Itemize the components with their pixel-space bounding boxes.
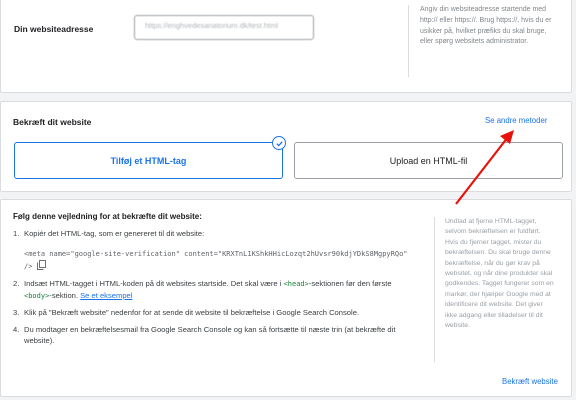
other-methods-link[interactable]: Se andre metoder	[485, 116, 547, 125]
step-4: 4. Du modtager en bekræftelsesmail fra G…	[13, 324, 408, 346]
website-address-help: Angiv din websiteadresse startende med h…	[408, 5, 558, 77]
add-html-tag-option[interactable]: Tilføj et HTML-tag	[14, 142, 283, 179]
step-1-text: Kopiér det HTML-tag, som er genereret ti…	[24, 229, 205, 238]
verify-website-button[interactable]: Bekræft website	[502, 377, 558, 386]
meta-tag-block: <meta name="google-site-verification" co…	[13, 249, 408, 273]
website-address-card: Din websiteadresse https://enghvedesanat…	[0, 0, 572, 93]
step-number: 4.	[13, 325, 20, 334]
step-number: 2.	[13, 279, 20, 288]
step-3: 3. Klik på "Bekræft website" nedenfor fo…	[13, 307, 408, 318]
verify-section-title: Bekræft dit website	[13, 117, 92, 127]
example-link[interactable]: Se et eksempel	[80, 291, 132, 300]
website-address-label: Din websiteadresse	[14, 24, 94, 34]
step-number: 3.	[13, 308, 20, 317]
add-html-tag-label: Tilføj et HTML-tag	[110, 155, 187, 166]
website-address-input[interactable]: https://enghvedesanatorium.dk/test.html	[134, 15, 314, 40]
step-2-text-a: Indsæt HTML-tagget i HTML-koden på dit w…	[24, 279, 284, 288]
verification-guide-card: Følg denne vejledning for at bekræfte di…	[0, 199, 572, 397]
step-4-text: Du modtager en bekræftelsesmail fra Goog…	[24, 325, 396, 345]
head-tag: <head>	[283, 280, 309, 288]
upload-html-file-option[interactable]: Upload en HTML-fil	[294, 142, 563, 179]
html-tag-help: Undlad at fjerne HTML-tagget, selvom bek…	[434, 217, 554, 362]
check-icon	[272, 136, 286, 150]
step-2: 2. Indsæt HTML-tagget i HTML-koden på di…	[13, 278, 408, 302]
body-tag: <body>	[24, 292, 50, 300]
step-2-text-c: -sektion.	[49, 291, 81, 300]
red-arrow-annotation	[455, 130, 514, 205]
step-number: 1.	[13, 229, 20, 238]
step-2-text-b: -sektionen før den første	[308, 279, 392, 288]
meta-tag-code[interactable]: <meta name="google-site-verification" co…	[24, 249, 408, 260]
step-3-text: Klik på "Bekræft website" nedenfor for a…	[24, 308, 360, 317]
meta-tag-code-end: />	[24, 262, 33, 271]
copy-icon[interactable]	[36, 260, 46, 273]
step-1: 1. Kopiér det HTML-tag, som er genereret…	[13, 228, 408, 239]
guide-title: Følg denne vejledning for at bekræfte di…	[13, 212, 202, 221]
